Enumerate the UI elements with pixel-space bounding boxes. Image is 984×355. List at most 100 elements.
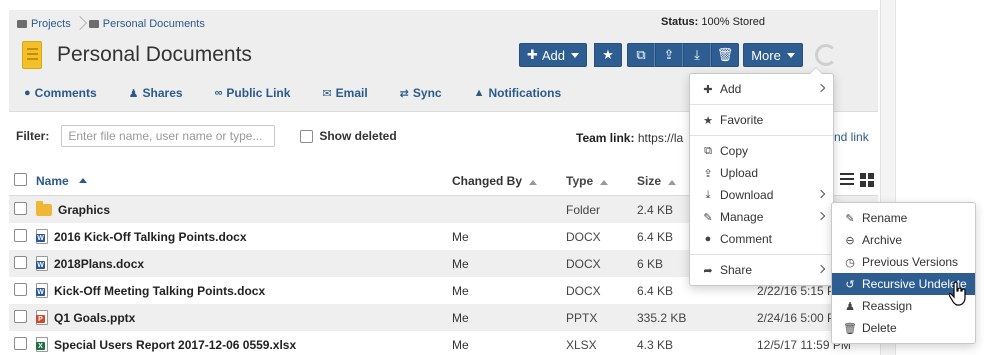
column-label: Size (637, 173, 662, 188)
file-name[interactable]: Kick-Off Meeting Talking Points.docx (54, 284, 265, 298)
sort-asc-icon (78, 178, 87, 183)
file-name[interactable]: Q1 Goals.pptx (54, 311, 135, 325)
breadcrumb-item-projects[interactable]: Projects (17, 18, 71, 30)
plus-icon: ✚ (526, 47, 538, 62)
show-deleted-label: Show deleted (319, 129, 397, 143)
row-checkbox[interactable] (14, 201, 27, 215)
subnav-shares[interactable]: ♟ Shares (129, 86, 183, 100)
add-button[interactable]: ✚ Add (519, 43, 587, 67)
subnav-label: Public Link (226, 86, 291, 100)
download-button[interactable]: ⤓ (683, 43, 711, 67)
chevron-right-icon (816, 83, 826, 93)
column-name[interactable]: Name (36, 174, 452, 188)
refresh-icon[interactable] (815, 44, 837, 66)
row-checkbox[interactable] (14, 336, 27, 350)
grid-view-icon[interactable] (860, 173, 874, 187)
sort-icon (529, 179, 538, 185)
menu-divider (690, 254, 833, 255)
menu-item-manage[interactable]: ✎ Manage (690, 206, 833, 228)
wrench-icon: ✎ (703, 211, 713, 224)
title-row: Personal Documents (22, 41, 252, 69)
subnav-notifications[interactable]: ▲ Notifications (474, 86, 562, 100)
show-deleted-toggle[interactable]: Show deleted (300, 129, 397, 143)
powerpoint-file-icon: P (36, 310, 48, 325)
menu-item-favorite[interactable]: ★ Favorite (690, 109, 833, 131)
subnav-comments[interactable]: ● Comments (24, 86, 97, 100)
manage-submenu: ✎ Rename ⊖ Archive ◷ Previous Versions ↺… (831, 202, 976, 344)
file-size: 335.2 KB (637, 310, 687, 325)
copy-button[interactable]: ⧉ (627, 43, 655, 67)
more-button[interactable]: More (743, 43, 803, 67)
table-row[interactable]: P Q1 Goals.pptx Me PPTX 335.2 KB 2/24/16… (9, 304, 878, 331)
menu-divider (690, 135, 833, 136)
menu-item-label: Manage (720, 210, 764, 224)
filter-input[interactable] (61, 125, 276, 147)
column-type[interactable]: Type (566, 174, 637, 188)
link-icon: ∞ (214, 87, 223, 99)
file-name[interactable]: 2018Plans.docx (54, 257, 144, 271)
storage-status: Status: 100% Stored (661, 16, 765, 28)
subnav-sync[interactable]: ⇄ Sync (400, 86, 442, 100)
download-icon: ⤓ (705, 188, 711, 201)
file-size: 4.3 KB (637, 337, 674, 352)
row-checkbox[interactable] (14, 309, 27, 323)
submenu-item-previous-versions[interactable]: ◷ Previous Versions (832, 251, 975, 273)
subnav-public-link[interactable]: ∞ Public Link (215, 86, 291, 100)
select-all-checkbox[interactable] (14, 172, 27, 186)
show-deleted-checkbox[interactable] (300, 129, 314, 143)
subnav-label: Email (335, 86, 368, 100)
menu-item-copy[interactable]: ⧉ Copy (690, 140, 833, 162)
delete-button[interactable]: 🗑 (711, 43, 739, 67)
subnav-label: Comments (34, 86, 97, 100)
chevron-right-icon (816, 264, 826, 274)
menu-item-upload[interactable]: ⇪ Upload (690, 162, 833, 184)
menu-item-label: Add (720, 82, 742, 96)
file-name[interactable]: Graphics (58, 203, 110, 217)
menu-item-share[interactable]: ➦ Share (690, 259, 833, 281)
subnav-email[interactable]: ✉ Email (322, 86, 367, 100)
team-link-action[interactable]: nd link (834, 130, 869, 144)
pencil-icon: ✎ (845, 212, 855, 225)
list-view-icon[interactable] (840, 173, 854, 185)
subnav-label: Notifications (488, 86, 562, 100)
menu-item-comment[interactable]: ● Comment (690, 228, 833, 250)
menu-item-download[interactable]: ⤓ Download (690, 184, 833, 206)
submenu-item-delete[interactable]: 🗑 Delete (832, 317, 975, 339)
upload-button[interactable]: ⇪ (655, 43, 683, 67)
breadcrumb-separator (75, 15, 85, 33)
row-checkbox[interactable] (14, 255, 27, 269)
trash-icon: 🗑 (716, 47, 734, 62)
submenu-item-rename[interactable]: ✎ Rename (832, 207, 975, 229)
column-changed-by[interactable]: Changed By (452, 174, 566, 188)
breadcrumb-item-personal-documents[interactable]: Personal Documents (88, 18, 205, 30)
clock-icon: ◷ (845, 256, 855, 269)
changed-by: Me (452, 256, 469, 271)
folder-icon (88, 20, 99, 28)
menu-item-label: Share (720, 263, 753, 277)
star-icon: ★ (602, 47, 614, 62)
toolbar: ✚ Add ★ ⧉ ⇪ ⤓ 🗑 More (519, 43, 837, 67)
file-type: XLSX (566, 337, 597, 352)
team-link-url[interactable]: https://la (638, 131, 683, 145)
more-label: More (751, 47, 781, 63)
row-checkbox[interactable] (14, 228, 27, 242)
submenu-item-archive[interactable]: ⊖ Archive (832, 229, 975, 251)
submenu-item-label: Rename (862, 211, 908, 225)
team-link: Team link: https://la (576, 131, 683, 145)
file-name[interactable]: 2016 Kick-Off Talking Points.docx (54, 230, 247, 244)
changed-by: Me (452, 337, 469, 352)
hand-cursor-icon (949, 281, 966, 306)
file-name[interactable]: Special Users Report 2017-12-06 0559.xls… (54, 338, 296, 352)
breadcrumb-label: Projects (31, 18, 71, 30)
caret-down-icon (571, 52, 580, 58)
file-type: DOCX (566, 256, 601, 271)
favorite-button[interactable]: ★ (594, 43, 622, 67)
row-checkbox[interactable] (14, 282, 27, 296)
comment-icon: ● (24, 87, 31, 99)
file-type: DOCX (566, 283, 601, 298)
table-row[interactable]: X Special Users Report 2017-12-06 0559.x… (9, 331, 878, 355)
menu-item-add[interactable]: ✚ Add (690, 78, 833, 100)
more-menu: ✚ Add ★ Favorite ⧉ Copy ⇪ Upload ⤓ Downl… (689, 67, 834, 286)
menu-item-label: Comment (720, 232, 773, 246)
submenu-item-label: Previous Versions (862, 255, 959, 269)
